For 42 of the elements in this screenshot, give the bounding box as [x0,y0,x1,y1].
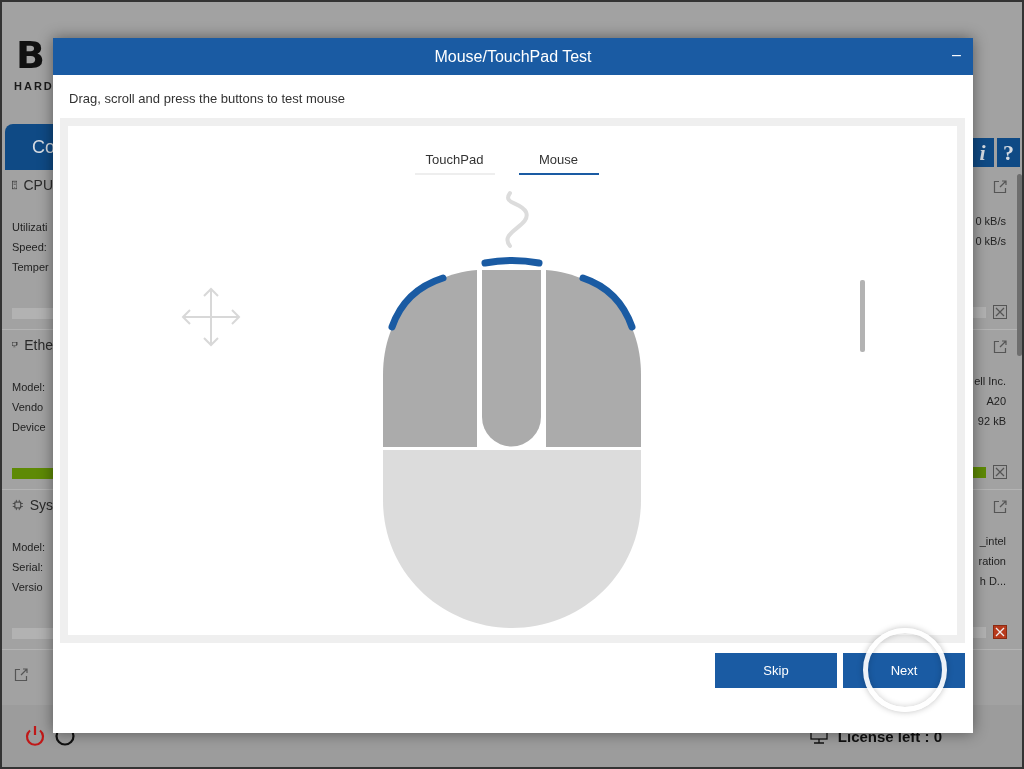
card-title: CPU [23,177,53,193]
field-label: Serial: [12,560,45,575]
field-label: Model: [12,380,47,395]
field-value: 92 kB [976,414,1006,429]
field-label: Device [12,420,47,435]
external-link-icon[interactable] [993,340,1007,354]
field-value: _intel [978,534,1006,549]
help-button[interactable]: ? [997,138,1020,167]
mode-tab[interactable]: Mouse [518,150,599,175]
field-label: Temper [12,260,50,275]
dialog-title: Mouse/TouchPad Test [434,47,592,66]
field-label: Vendo [12,400,45,415]
field-value: ell Inc. [973,374,1006,389]
move-arrows-icon [180,286,242,348]
info-button[interactable]: i [971,138,994,167]
field-value: h D... [978,574,1006,589]
next-button[interactable]: Next [843,653,965,688]
chip-icon [12,497,24,513]
logo-text: B [16,38,46,72]
mode-tab[interactable]: TouchPad [414,150,495,175]
field-label: Versio [12,580,44,595]
card-title: Sys [29,497,53,513]
card-title: Ethe [24,337,53,353]
field-label: Speed: [12,240,48,255]
field-value: 0 kB/s [974,234,1006,249]
external-link-icon[interactable] [993,500,1007,514]
close-box-icon[interactable] [993,625,1007,639]
field-label: Utilizati [12,220,49,235]
logo-subtitle: HARD [14,80,53,92]
field-value: 0 kB/s [974,214,1006,229]
skip-button[interactable]: Skip [715,653,837,688]
power-icon[interactable] [24,725,46,747]
scrollbar-thumb[interactable] [1017,174,1022,356]
mouse-cable [505,191,529,248]
scroll-indicator [860,280,865,352]
field-label: Model: [12,540,47,555]
field-value: A20 [985,394,1006,409]
instruction-text: Drag, scroll and press the buttons to test mouse [68,90,347,108]
field-value: ration [977,554,1006,569]
external-link-icon[interactable] [14,668,28,682]
external-link-icon[interactable] [993,180,1007,194]
minimize-button[interactable]: – [950,46,963,64]
